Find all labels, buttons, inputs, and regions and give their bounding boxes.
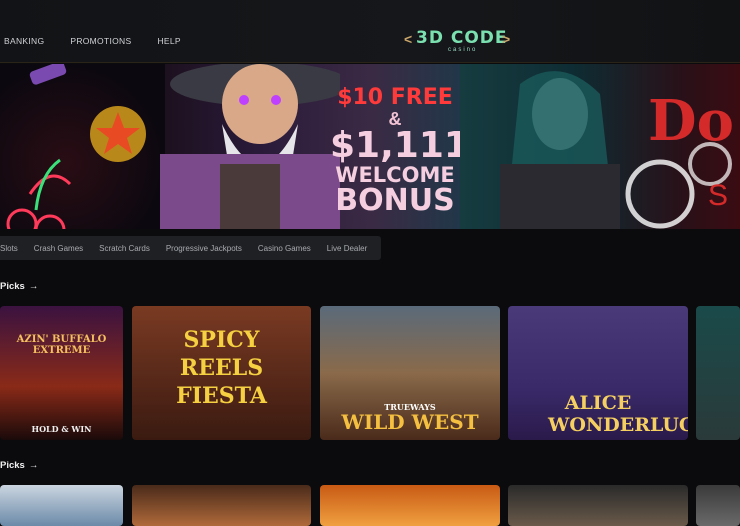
banner-left-art: [0, 64, 210, 229]
tab-scratch-cards[interactable]: Scratch Cards: [91, 244, 158, 253]
game-card[interactable]: [508, 485, 688, 526]
banner-side-subtitle: S: [708, 179, 729, 212]
game-subtitle: HOLD & WIN: [31, 424, 92, 434]
game-card[interactable]: [320, 485, 500, 526]
main-nav: BANKING PROMOTIONS HELP: [4, 36, 207, 46]
game-title: SPICY REELS FIESTA: [176, 327, 267, 409]
game-card[interactable]: [696, 306, 740, 440]
section-title-picks[interactable]: Picks →: [0, 281, 38, 292]
section-title-text: Picks: [0, 281, 25, 292]
game-title: ALICE WONDERLUCK: [548, 392, 688, 436]
section-title-text: Picks: [0, 460, 25, 471]
game-card[interactable]: TRUEWAYS WILD WEST: [320, 306, 500, 440]
promo-line-amount: $1,111: [330, 125, 469, 166]
section-title-picks-2[interactable]: Picks →: [0, 460, 38, 471]
site-header: BANKING PROMOTIONS HELP < 3D CODE casino…: [0, 0, 740, 63]
cowboy-character-icon: [160, 64, 340, 229]
arrow-right-icon: →: [28, 281, 39, 292]
banner-side-title: Do: [648, 88, 734, 154]
tab-progressive-jackpots[interactable]: Progressive Jackpots: [158, 244, 250, 253]
logo-chevron-right-icon: >: [502, 31, 511, 47]
game-card[interactable]: AZIN' BUFFALO EXTREME HOLD & WIN: [0, 306, 123, 440]
promo-offer-text: $10 FREE & $1,111 WELCOME BONUS: [330, 85, 469, 218]
cherries-star-art-icon: [6, 64, 210, 229]
category-tabs: Slots Crash Games Scratch Cards Progress…: [0, 236, 382, 260]
tab-slots[interactable]: Slots: [0, 244, 26, 253]
game-card[interactable]: [696, 485, 740, 526]
arrow-right-icon: →: [28, 460, 39, 471]
logo-chevron-left-icon: <: [404, 31, 413, 47]
game-title: AZIN' BUFFALO EXTREME: [16, 334, 107, 356]
tab-casino-games[interactable]: Casino Games: [250, 244, 319, 253]
site-logo[interactable]: < 3D CODE casino >: [404, 28, 514, 56]
tab-crash-games[interactable]: Crash Games: [26, 244, 91, 253]
game-card[interactable]: [132, 485, 311, 526]
promo-line-free: $10 FREE: [337, 85, 453, 110]
nav-help[interactable]: HELP: [157, 36, 180, 46]
logo-subtext: casino: [448, 47, 478, 53]
nav-promotions[interactable]: PROMOTIONS: [70, 36, 131, 46]
game-card[interactable]: [0, 485, 123, 526]
tab-live-dealer[interactable]: Live Dealer: [319, 244, 375, 253]
logo-text: 3D CODE: [416, 28, 508, 48]
promo-line-bonus: BONUS: [335, 183, 455, 218]
game-title: WILD WEST: [341, 410, 479, 434]
game-card[interactable]: ALICE WONDERLUCK: [508, 306, 688, 440]
promo-banner[interactable]: $10 FREE & $1,111 WELCOME BONUS Do S: [0, 64, 740, 229]
nav-banking[interactable]: BANKING: [4, 36, 44, 46]
game-card[interactable]: SPICY REELS FIESTA: [132, 306, 311, 440]
